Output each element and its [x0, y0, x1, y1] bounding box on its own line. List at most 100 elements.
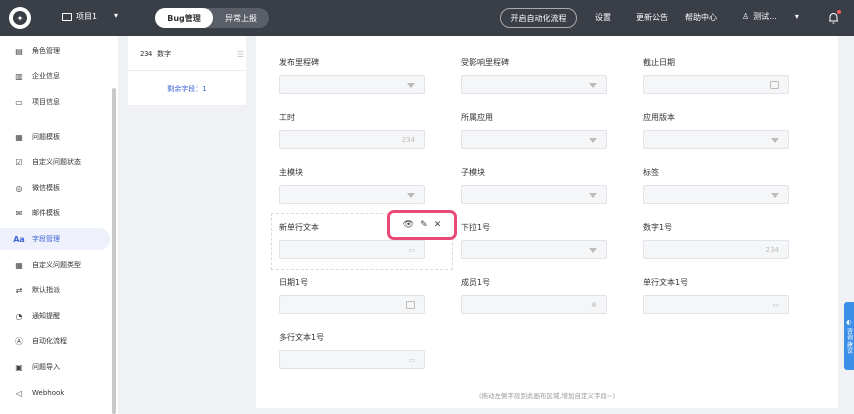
sidebar-item[interactable]: ▥ 企业信息: [0, 65, 110, 87]
field-label: 下拉1号: [461, 223, 491, 232]
chevron-down-icon: [771, 193, 779, 198]
number-icon: 234: [765, 246, 779, 254]
sidebar-item-label: 问题模板: [32, 133, 60, 141]
auto-flow-button[interactable]: 开启自动化流程: [500, 8, 577, 28]
divider: [128, 70, 246, 71]
chevron-down-icon: [589, 138, 597, 143]
user-icon: ♙: [742, 12, 750, 21]
close-icon[interactable]: ✕: [434, 220, 442, 230]
sidebar-item[interactable]: ▤ 角色管理: [0, 40, 110, 62]
sidebar-scrollbar[interactable]: [112, 88, 116, 414]
tab-exception-report[interactable]: 异常上报: [213, 8, 269, 28]
text-field-icon: ▭: [408, 246, 415, 254]
drag-handle-icon[interactable]: ☰: [237, 50, 244, 59]
sidebar-item-label: 自动化流程: [32, 337, 67, 345]
chevron-down-icon: [589, 193, 597, 198]
field-action-toolbar: 👁 ✎ ✕: [387, 210, 457, 240]
field-input[interactable]: [279, 185, 425, 204]
template-icon: ▦: [15, 132, 23, 142]
field-input[interactable]: [643, 75, 789, 94]
update-notice-link[interactable]: 更新公告: [636, 12, 668, 23]
grid-icon: ▦: [15, 260, 23, 270]
sidebar-item[interactable]: ▦ 自定义问题类型: [0, 254, 110, 276]
canvas-hint: (拖动左侧字段到此画布区域,增加自定义字段~): [478, 392, 616, 400]
sidebar-item-label: 自定义问题类型: [32, 261, 81, 269]
sidebar-item[interactable]: ☑ 自定义问题状态: [0, 151, 110, 173]
module-switch: Bug管理 异常上报: [155, 8, 269, 28]
chevron-down-icon: [407, 83, 415, 88]
edit-icon[interactable]: ✎: [420, 220, 428, 230]
bell-outline-icon: ◔: [15, 311, 23, 321]
field-label: 单行文本1号: [643, 278, 689, 287]
project-name: 项目1: [76, 12, 98, 21]
number-field-icon: 234: [140, 50, 152, 58]
field-label: 截止日期: [643, 58, 675, 67]
chevron-down-icon: [589, 83, 597, 88]
text-field-icon: ▭: [772, 301, 779, 309]
sidebar-item[interactable]: ◎ 微信模板: [0, 177, 110, 199]
field-input[interactable]: 234: [643, 240, 789, 259]
help-center-link[interactable]: 帮助中心: [685, 12, 717, 23]
sidebar-item-label: Webhook: [32, 389, 65, 397]
field-input[interactable]: ▭: [279, 240, 425, 259]
sidebar-item[interactable]: ✉ 邮件模板: [0, 202, 110, 224]
chevron-down-icon: [589, 248, 597, 253]
calendar-icon: [406, 301, 415, 309]
sidebar-item[interactable]: ▦ 问题模板: [0, 126, 110, 148]
field-input[interactable]: [461, 240, 607, 259]
sidebar-item[interactable]: ⇄ 默认指派: [0, 279, 110, 301]
checklist-icon: ☑: [15, 157, 23, 167]
automation-icon: Ⓐ: [15, 336, 23, 346]
field-label: 子模块: [461, 168, 485, 177]
notification-dot: [837, 10, 841, 14]
field-input[interactable]: [279, 295, 425, 314]
number-icon: 234: [401, 136, 415, 144]
user-caret-icon: ▾: [794, 12, 799, 21]
field-input[interactable]: [461, 75, 607, 94]
sidebar-item[interactable]: Aa 字段管理: [0, 228, 110, 250]
sidebar-item-label: 邮件模板: [32, 209, 60, 217]
field-input[interactable]: [461, 130, 607, 149]
field-input[interactable]: [279, 75, 425, 94]
app-logo[interactable]: ✦: [9, 7, 31, 29]
field-input[interactable]: ⊗: [461, 295, 607, 314]
sidebar-item[interactable]: ◔ 通知提醒: [0, 305, 110, 327]
eye-icon[interactable]: 👁: [403, 220, 414, 230]
field-input[interactable]: [643, 185, 789, 204]
settings-sidebar: ▤ 角色管理 ▥ 企业信息 ▭ 项目信息 ▦ 问题模板 ☑ 自定义问题状态 ◎ 微信模板 ✉ 邮件模板 Aa…: [0, 36, 118, 414]
sidebar-item[interactable]: ◁ Webhook: [0, 382, 110, 404]
field-label: 新单行文本: [279, 223, 319, 232]
field-input[interactable]: ▭: [279, 350, 425, 369]
field-label: 应用版本: [643, 113, 675, 122]
field-input[interactable]: [461, 185, 607, 204]
user-menu[interactable]: ♙ 测试... ▾: [742, 11, 799, 22]
sidebar-item-label: 默认指派: [32, 286, 60, 294]
sidebar-item-label: 项目信息: [32, 98, 60, 106]
project-caret-icon[interactable]: ▾: [114, 11, 118, 20]
sidebar-item[interactable]: Ⓐ 自动化流程: [0, 330, 110, 352]
calendar-icon: [770, 81, 779, 89]
headset-icon: ◐: [846, 318, 852, 326]
field-label: 成员1号: [461, 278, 491, 287]
palette-item-number[interactable]: 234 数字 ☰: [140, 49, 244, 59]
settings-link[interactable]: 设置: [595, 12, 611, 23]
tab-bug-management[interactable]: Bug管理: [155, 8, 213, 28]
building-icon: ▥: [15, 71, 23, 81]
field-label: 日期1号: [279, 278, 309, 287]
feedback-button[interactable]: ◐ 咨询·建议: [844, 302, 854, 370]
project-selector[interactable]: 项目1: [62, 11, 97, 22]
sidebar-item[interactable]: ▭ 项目信息: [0, 91, 110, 113]
field-input[interactable]: ▭: [643, 295, 789, 314]
import-icon: ▣: [15, 362, 23, 372]
field-input[interactable]: [643, 130, 789, 149]
sidebar-item-label: 微信模板: [32, 184, 60, 192]
field-input[interactable]: 234: [279, 130, 425, 149]
sidebar-item-label: 字段管理: [32, 235, 60, 243]
sidebar-item[interactable]: ▣ 问题导入: [0, 356, 110, 378]
folder-icon: ▭: [15, 97, 23, 107]
remaining-fields: 剩余字段：1: [167, 85, 207, 93]
field-label: 数字1号: [643, 223, 673, 232]
field-label: 受影响里程碑: [461, 58, 509, 67]
wechat-icon: ◎: [15, 183, 23, 193]
mail-icon: ✉: [15, 208, 23, 218]
